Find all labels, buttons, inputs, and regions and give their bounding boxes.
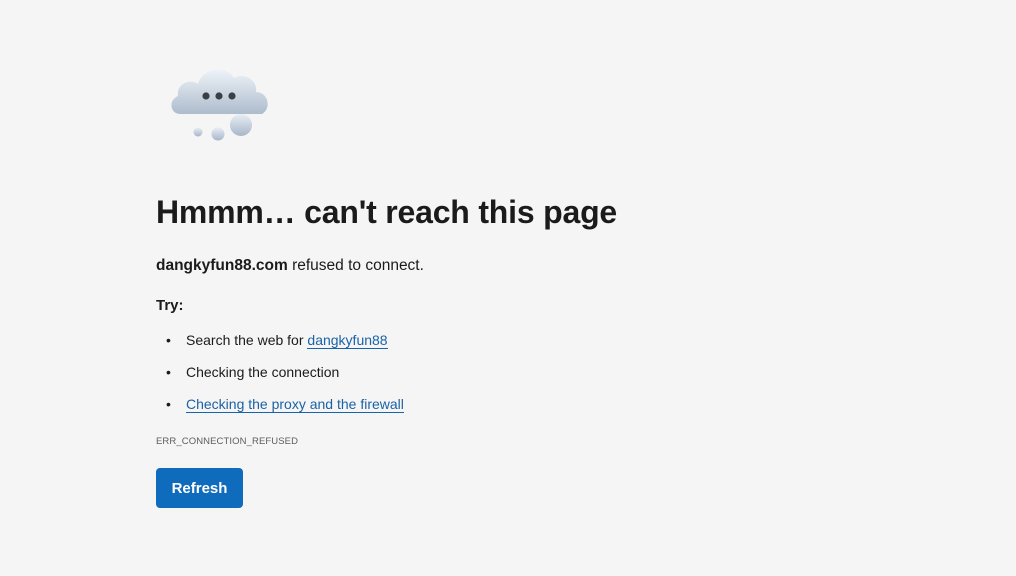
suggestion-check-proxy: • Checking the proxy and the firewall (156, 394, 404, 426)
host-name: dangkyfun88.com (156, 257, 288, 274)
message-text: refused to connect. (287, 257, 424, 274)
cloud-thinking-icon (171, 69, 268, 141)
suggestion-search-web: • Search the web for dangkyfun88 (156, 330, 404, 362)
refresh-button[interactable]: Refresh (156, 468, 243, 508)
suggestion-text: Checking the connection (186, 364, 340, 380)
bullet: • (166, 364, 171, 380)
error-code: ERR_CONNECTION_REFUSED (156, 436, 299, 447)
suggestion-list: • Search the web for dangkyfun88 • Check… (156, 330, 404, 426)
error-message: dangkyfun88.com refused to connect. (156, 257, 424, 275)
search-web-link[interactable]: dangkyfun88 (307, 332, 388, 349)
bullet: • (166, 396, 171, 412)
error-page: Hmmm… can't reach this page dangkyfun88.… (0, 0, 1016, 576)
page-title: Hmmm… can't reach this page (156, 194, 618, 230)
bullet: • (166, 332, 171, 348)
proxy-firewall-link[interactable]: Checking the proxy and the firewall (186, 396, 404, 413)
try-label: Try: (156, 297, 184, 314)
suggestion-text: Search the web for (186, 332, 308, 348)
suggestion-check-connection: • Checking the connection (156, 362, 404, 394)
